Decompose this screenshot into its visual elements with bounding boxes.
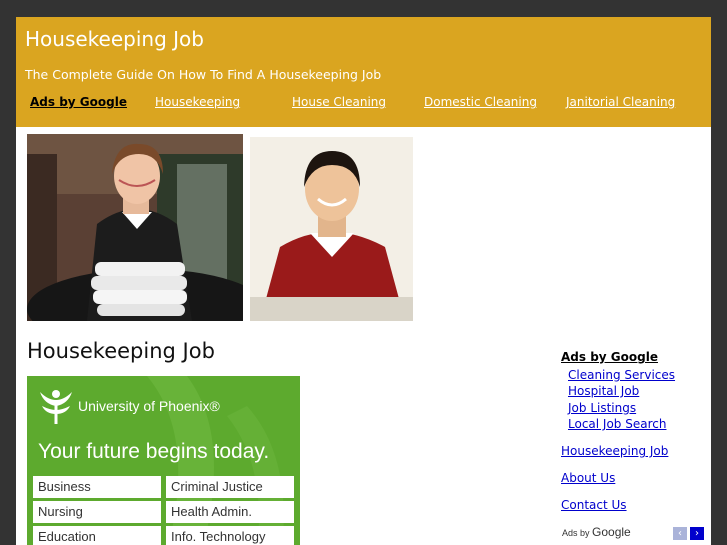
program-education[interactable]: Education — [33, 526, 161, 545]
ad-link-local-job-search[interactable]: Local Job Search — [568, 417, 666, 431]
sidebar-ads-by-google[interactable]: Ads by Google — [561, 350, 658, 364]
page-container: Housekeeping Job The Complete Guide On H… — [16, 17, 711, 545]
university-of-phoenix-ad-banner[interactable]: University of Phoenix® Your future begin… — [27, 376, 300, 545]
program-criminal-justice[interactable]: Criminal Justice — [166, 476, 294, 498]
program-business[interactable]: Business — [33, 476, 161, 498]
phoenix-logo-icon — [38, 386, 74, 430]
ads-next-arrow-icon[interactable]: › — [690, 527, 704, 540]
nav-link-domestic-cleaning[interactable]: Domestic Cleaning — [424, 95, 537, 109]
adsby-brand: Google — [592, 525, 631, 539]
site-tagline: The Complete Guide On How To Find A Hous… — [25, 67, 382, 82]
adsby-prefix: Ads by — [562, 528, 590, 538]
site-title[interactable]: Housekeeping Job — [25, 27, 204, 51]
post-title: Housekeeping Job — [27, 339, 215, 363]
ads-by-google-footer[interactable]: Ads by Google — [562, 525, 631, 539]
program-health-admin[interactable]: Health Admin. — [166, 501, 294, 523]
ad-link-job-listings[interactable]: Job Listings — [568, 401, 636, 415]
nav-link-janitorial-cleaning[interactable]: Janitorial Cleaning — [566, 95, 675, 109]
ad-link-hospital-job[interactable]: Hospital Job — [568, 384, 639, 398]
program-info-technology[interactable]: Info. Technology — [166, 526, 294, 545]
ads-prev-arrow-icon[interactable]: ‹ — [673, 527, 687, 540]
nav-link-house-cleaning[interactable]: House Cleaning — [292, 95, 386, 109]
sidebar-link-contact-us[interactable]: Contact Us — [561, 498, 627, 512]
housekeeper-photo-2 — [250, 137, 413, 321]
ad-link-cleaning-services[interactable]: Cleaning Services — [568, 368, 675, 382]
nav-link-housekeeping[interactable]: Housekeeping — [155, 95, 240, 109]
sidebar-link-about-us[interactable]: About Us — [561, 471, 615, 485]
banner-headline: Your future begins today. — [38, 440, 270, 463]
banner-brand-name: University of Phoenix® — [78, 398, 220, 414]
site-header: Housekeeping Job The Complete Guide On H… — [16, 17, 711, 127]
top-nav: Ads by Google Housekeeping House Cleanin… — [16, 95, 711, 113]
program-nursing[interactable]: Nursing — [33, 501, 161, 523]
housekeeper-photo-1 — [27, 134, 243, 321]
sidebar-link-housekeeping-job[interactable]: Housekeeping Job — [561, 444, 668, 458]
nav-ads-by-google[interactable]: Ads by Google — [30, 95, 127, 109]
